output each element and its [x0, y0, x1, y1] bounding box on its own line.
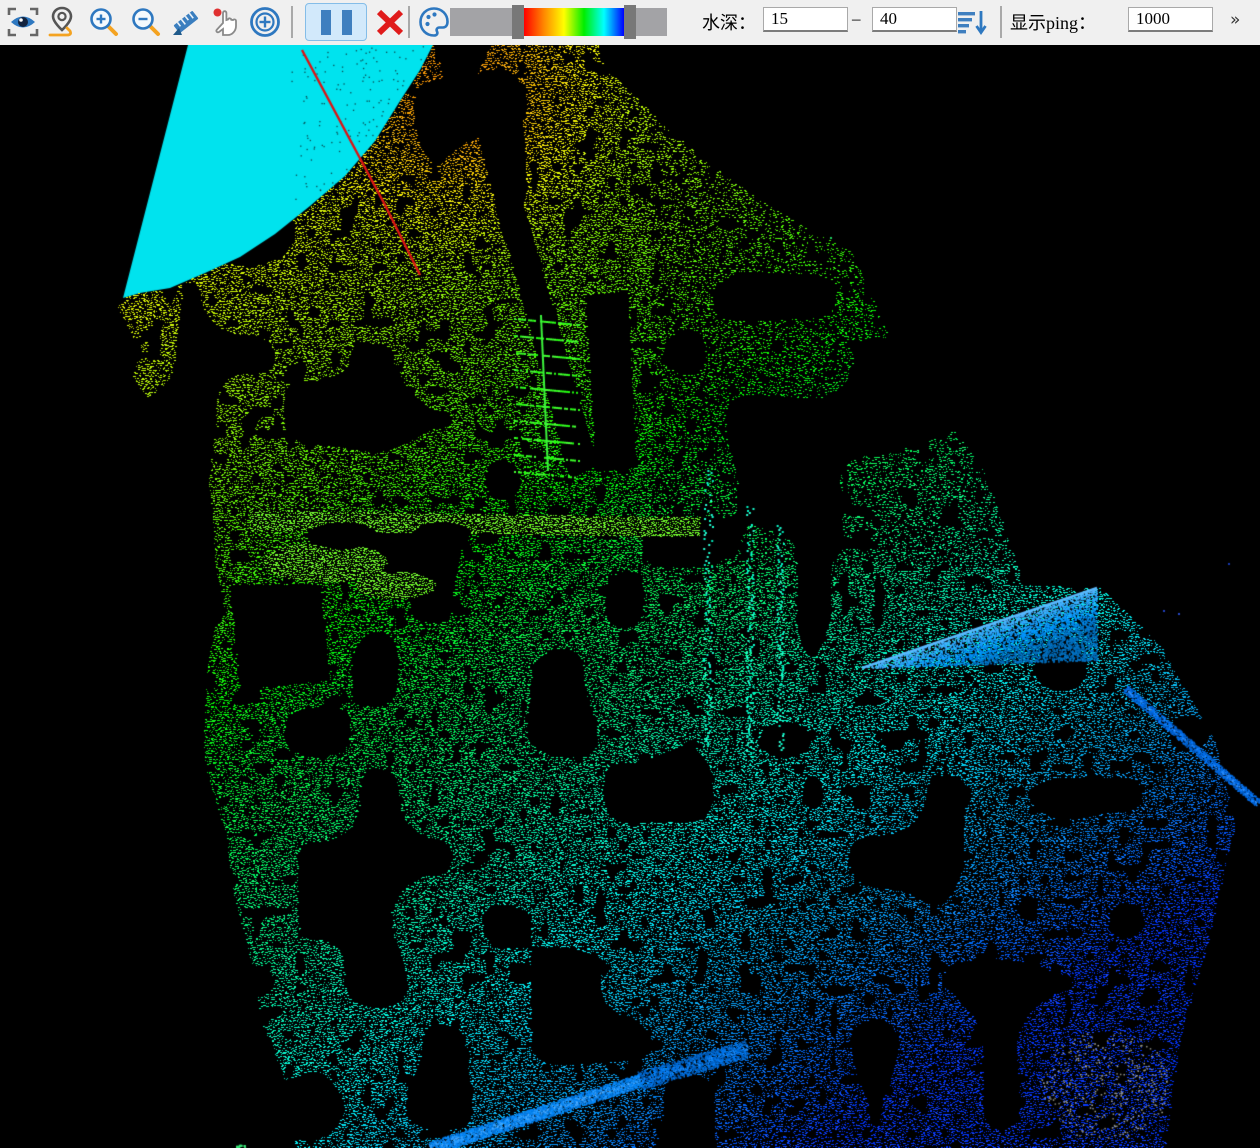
center-target-button[interactable] [246, 3, 284, 41]
palette-button[interactable] [415, 3, 453, 41]
target-plus-icon [247, 4, 283, 40]
stop-x-icon [373, 5, 407, 39]
zoom-in-button[interactable] [85, 3, 123, 41]
colormap-range-slider [450, 5, 667, 39]
ruler-icon [169, 5, 203, 39]
hand-pick-icon [208, 5, 242, 39]
toolbar-overflow-chevron[interactable]: » [1230, 10, 1240, 30]
show-ping-input[interactable] [1128, 7, 1213, 32]
pause-button[interactable] [305, 3, 367, 41]
toolbar-separator [1000, 6, 1002, 38]
zoom-in-icon [87, 5, 121, 39]
colormap-handle-max[interactable] [624, 5, 636, 39]
location-route-icon [45, 5, 79, 39]
pointcloud-viewport[interactable] [0, 45, 1260, 1148]
toolbar-separator [291, 6, 293, 38]
depth-range-dash: – [852, 9, 861, 29]
sort-depth-button[interactable] [953, 3, 991, 41]
colormap-handle-min[interactable] [512, 5, 524, 39]
palette-icon [416, 4, 452, 40]
measure-button[interactable] [167, 3, 205, 41]
depth-min-input[interactable] [763, 7, 848, 32]
eye-frame-icon [6, 5, 40, 39]
sort-desc-icon [954, 4, 990, 40]
depth-label: 水深： [702, 9, 756, 35]
fit-view-button[interactable] [4, 3, 42, 41]
colormap-gradient [524, 8, 624, 36]
show-ping-label: 显示ping： [1010, 9, 1096, 35]
depth-max-input[interactable] [872, 7, 957, 32]
zoom-out-icon [129, 5, 163, 39]
zoom-out-button[interactable] [127, 3, 165, 41]
pick-point-button[interactable] [206, 3, 244, 41]
toolbar-separator [408, 6, 410, 38]
pause-icon [321, 10, 331, 35]
stop-button[interactable] [371, 3, 409, 41]
toolbar: 水深： – 显示ping： » [0, 0, 1260, 45]
track-position-button[interactable] [43, 3, 81, 41]
